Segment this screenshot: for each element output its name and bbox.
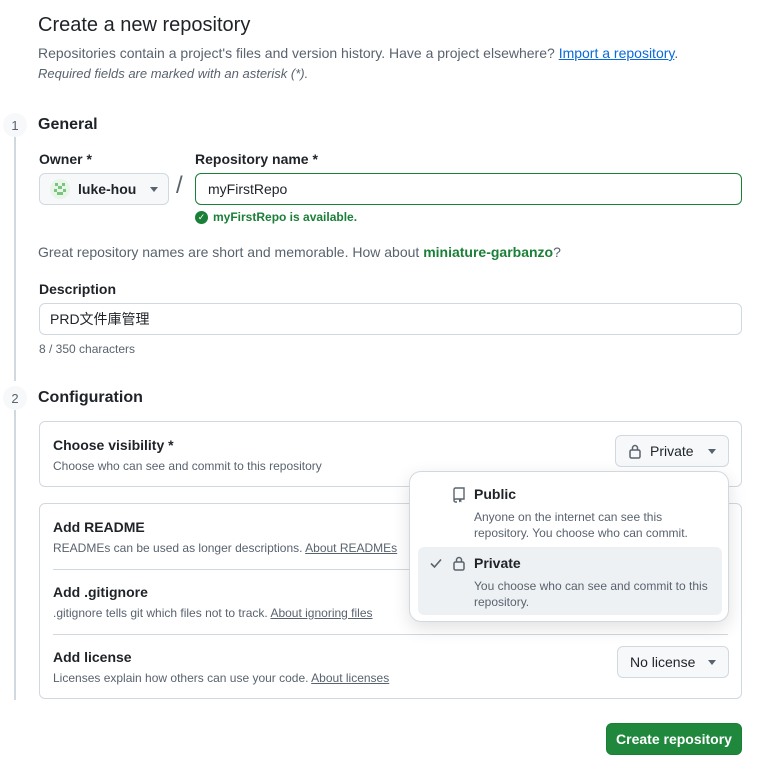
step-line-configuration (14, 410, 16, 700)
owner-value: luke-hou (78, 181, 137, 197)
check-circle-icon: ✓ (195, 210, 208, 224)
identicon-icon (54, 183, 66, 195)
visibility-title: Choose visibility * (53, 437, 174, 453)
chevron-down-icon (150, 186, 158, 192)
intro-text: Repositories contain a project's files a… (38, 45, 678, 61)
lock-icon (629, 444, 641, 459)
availability-message: ✓ myFirstRepo is available. (195, 210, 357, 224)
owner-avatar (50, 179, 70, 199)
readme-description: READMEs can be used as longer descriptio… (53, 541, 397, 555)
license-description-text: Licenses explain how others can use your… (53, 671, 309, 685)
step-number-general: 1 (3, 113, 27, 137)
license-selected: No license (630, 654, 696, 670)
suggestion-prefix: Great repository names are short and mem… (38, 244, 420, 260)
step-line-general (14, 136, 16, 381)
about-ignoring-files-link[interactable]: About ignoring files (270, 606, 372, 620)
visibility-description: Choose who can see and commit to this re… (53, 459, 322, 473)
section-title-configuration: Configuration (38, 389, 143, 406)
repository-name-input[interactable] (195, 173, 742, 205)
license-description: Licenses explain how others can use your… (53, 671, 389, 685)
section-title-general: General (38, 116, 98, 133)
check-icon (430, 558, 442, 569)
visibility-option-public-desc: Anyone on the internet can see this repo… (474, 510, 688, 540)
visibility-option-public[interactable]: Public Anyone on the internet can see th… (418, 478, 722, 548)
about-licenses-link[interactable]: About licenses (311, 671, 389, 685)
page-title: Create a new repository (38, 14, 251, 36)
row-divider (53, 634, 728, 635)
readme-description-text: READMEs can be used as longer descriptio… (53, 541, 303, 555)
about-readmes-link[interactable]: About READMEs (305, 541, 397, 555)
owner-label: Owner * (39, 151, 92, 167)
repo-icon (453, 487, 465, 503)
visibility-option-public-title: Public (474, 486, 517, 502)
description-label: Description (39, 281, 117, 297)
step-number-configuration: 2 (3, 386, 27, 410)
owner-repo-separator: / (176, 172, 183, 199)
create-repository-button[interactable]: Create repository (606, 723, 742, 755)
intro-text-main: Repositories contain a project's files a… (38, 45, 555, 61)
availability-text: myFirstRepo is available. (213, 210, 358, 224)
visibility-selected: Private (650, 443, 694, 459)
intro-text-end: . (674, 45, 679, 61)
visibility-dropdown-button[interactable]: Private (615, 435, 729, 467)
repository-name-label: Repository name * (195, 151, 318, 167)
gitignore-title: Add .gitignore (53, 584, 148, 600)
license-title: Add license (53, 649, 132, 665)
visibility-option-private-desc: You choose who can see and commit to thi… (474, 579, 708, 609)
owner-dropdown-button[interactable]: luke-hou (39, 173, 169, 205)
visibility-menu: Public Anyone on the internet can see th… (409, 471, 729, 622)
visibility-option-private-title: Private (474, 555, 521, 571)
description-input[interactable] (39, 303, 742, 335)
suggested-name[interactable]: miniature-garbanzo (423, 244, 553, 260)
chevron-down-icon (708, 659, 716, 665)
readme-title: Add README (53, 519, 145, 535)
lock-icon (453, 556, 465, 571)
visibility-option-private[interactable]: Private You choose who can see and commi… (418, 547, 722, 615)
chevron-down-icon (708, 448, 716, 454)
character-count: 8 / 350 characters (39, 342, 136, 356)
gitignore-description: .gitignore tells git which files not to … (53, 606, 373, 620)
gitignore-description-text: .gitignore tells git which files not to … (53, 606, 268, 620)
required-fields-note: Required fields are marked with an aster… (38, 66, 309, 81)
suggestion-suffix: ? (553, 244, 561, 260)
name-suggestion: Great repository names are short and mem… (38, 244, 561, 260)
license-dropdown-button[interactable]: No license (617, 646, 729, 678)
import-repository-link[interactable]: Import a repository (559, 45, 675, 61)
